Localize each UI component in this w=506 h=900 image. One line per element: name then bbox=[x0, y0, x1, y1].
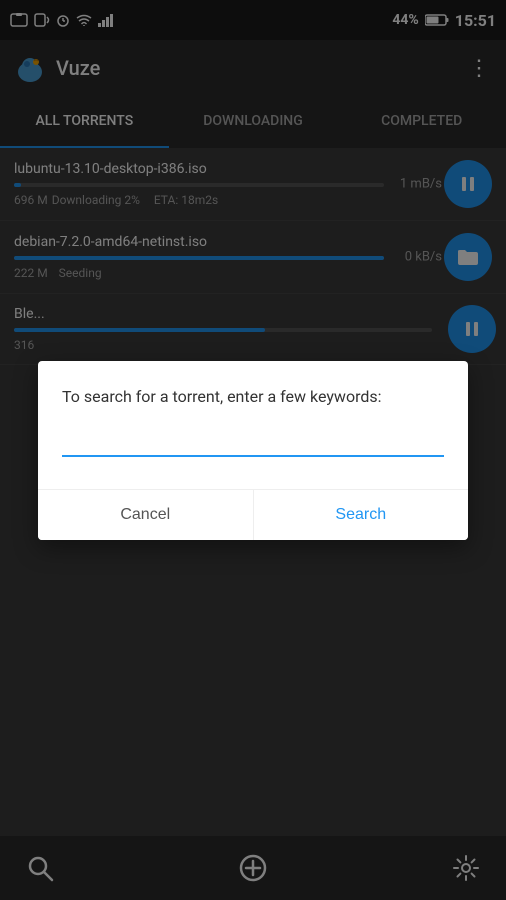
search-dialog: To search for a torrent, enter a few key… bbox=[38, 361, 468, 540]
overlay: To search for a torrent, enter a few key… bbox=[0, 0, 506, 900]
search-button[interactable]: Search bbox=[254, 490, 469, 540]
dialog-body: To search for a torrent, enter a few key… bbox=[38, 361, 468, 473]
cancel-button[interactable]: Cancel bbox=[38, 490, 254, 540]
search-keyword-input[interactable] bbox=[62, 429, 444, 457]
dialog-message: To search for a torrent, enter a few key… bbox=[62, 385, 444, 409]
dialog-buttons: Cancel Search bbox=[38, 489, 468, 540]
